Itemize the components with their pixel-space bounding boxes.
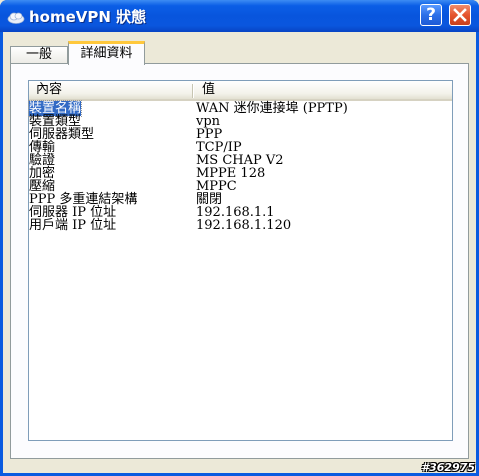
details-list-view[interactable]: 內容 值 裝置名稱 WAN 迷你連接埠 (PPTP) 裝置類型 vpn 伺服器類… xyxy=(27,80,453,441)
list-row-device-name[interactable]: 裝置名稱 WAN 迷你連接埠 (PPTP) xyxy=(27,100,452,117)
list-row-encryption[interactable]: 加密 MPPE 128 xyxy=(29,167,452,180)
close-icon xyxy=(453,8,467,22)
list-row-client-ip[interactable]: 用戶端 IP 位址 192.168.1.120 xyxy=(29,219,452,232)
dialog-window: homeVPN 狀態 ? 一般 詳細資料 內容 值 裝置名稱 WAN 迷你連接埠… xyxy=(0,0,479,476)
window-title: homeVPN 狀態 xyxy=(29,8,147,26)
list-body: 裝置名稱 WAN 迷你連接埠 (PPTP) 裝置類型 vpn 伺服器類型 PPP… xyxy=(27,100,452,232)
dialog-client-area: 一般 詳細資料 內容 值 裝置名稱 WAN 迷你連接埠 (PPTP) 裝置類型 xyxy=(3,32,476,473)
row-property: 用戶端 IP 位址 xyxy=(29,218,117,233)
watermark: #362975 xyxy=(421,461,475,474)
tab-general-label: 一般 xyxy=(25,47,52,62)
tab-details-label: 詳細資料 xyxy=(80,46,133,61)
tab-general[interactable]: 一般 xyxy=(10,46,68,63)
network-cloud-icon xyxy=(7,9,25,24)
column-resize-handle[interactable] xyxy=(192,84,194,98)
details-tab-panel: 內容 值 裝置名稱 WAN 迷你連接埠 (PPTP) 裝置類型 vpn 伺服器類… xyxy=(10,63,469,459)
close-button[interactable] xyxy=(449,4,471,26)
help-icon: ? xyxy=(426,5,436,25)
column-header-value[interactable]: 值 xyxy=(195,81,452,99)
list-header: 內容 值 xyxy=(29,81,452,101)
row-value: 192.168.1.120 xyxy=(196,218,292,233)
column-header-property[interactable]: 內容 xyxy=(29,81,195,99)
title-bar[interactable]: homeVPN 狀態 ? xyxy=(0,0,479,32)
help-button[interactable]: ? xyxy=(420,4,442,26)
tab-details[interactable]: 詳細資料 xyxy=(68,41,145,65)
